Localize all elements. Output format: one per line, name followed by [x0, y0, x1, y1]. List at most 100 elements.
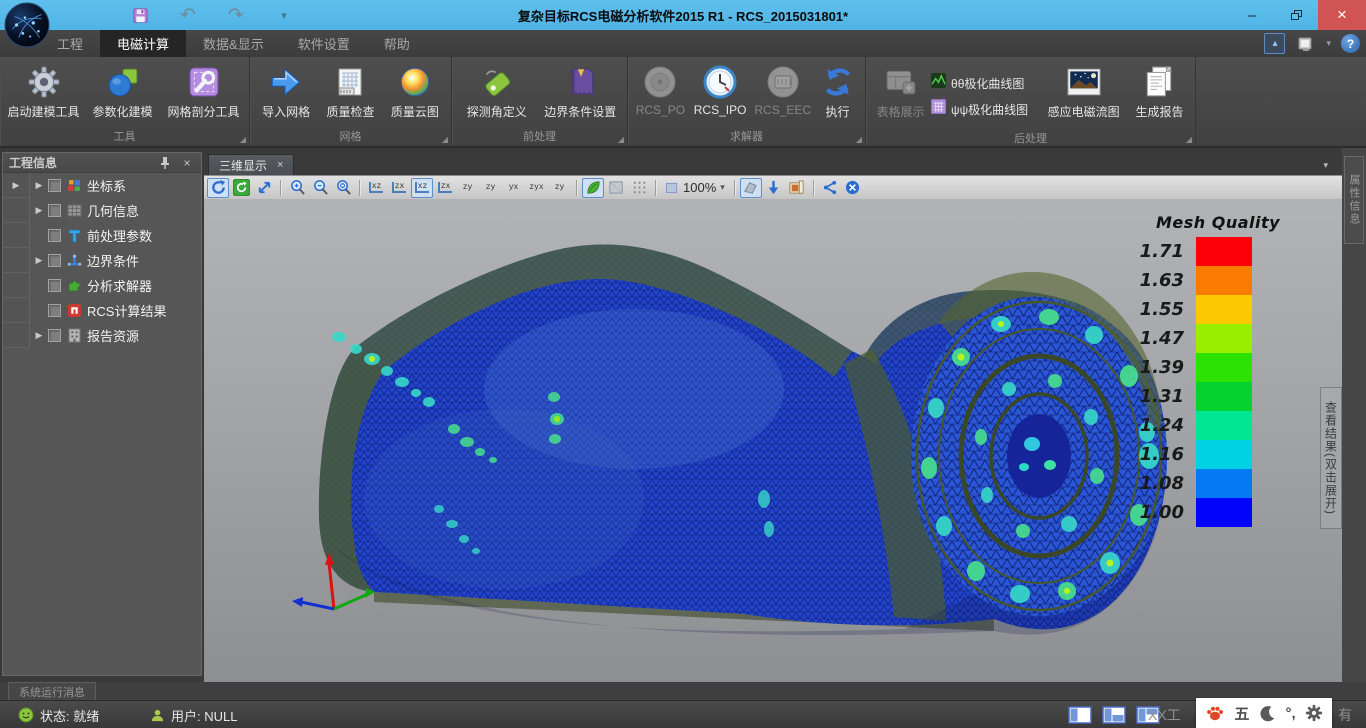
flat-shading-button[interactable] — [605, 178, 627, 198]
row-selector[interactable] — [3, 273, 30, 298]
close-button[interactable]: × — [1318, 0, 1366, 30]
detect-angle-button[interactable]: 探测角定义 — [456, 60, 538, 120]
tree-checkbox[interactable] — [48, 279, 61, 292]
pin-icon[interactable] — [157, 155, 173, 171]
row-selector[interactable] — [3, 298, 30, 323]
display-style-icon[interactable] — [1295, 33, 1316, 54]
view-orientation-button[interactable]: xz — [411, 178, 433, 198]
rcs-po-button[interactable]: RCS_PO — [632, 60, 689, 117]
smooth-shading-button[interactable] — [582, 178, 604, 198]
table-display-button[interactable]: 表格展示 — [870, 60, 931, 120]
ime-halfwidth-moon-icon[interactable] — [1259, 705, 1276, 722]
zoom-level-combo[interactable]: 100% ▾ — [661, 180, 729, 195]
tree-item-coordinate-system[interactable]: ▶ ▶ 坐标系 — [3, 173, 201, 198]
share-flow-button[interactable] — [819, 178, 841, 198]
display-style-caret-icon[interactable]: ▾ — [1326, 38, 1331, 49]
group-dialog-launcher-icon[interactable]: ◢ — [856, 135, 862, 144]
system-messages-tab[interactable]: 系统运行消息 — [8, 682, 96, 700]
view-orientation-button[interactable]: yx — [503, 178, 525, 198]
quality-cloud-button[interactable]: 质量云图 — [383, 60, 447, 120]
view-orientation-button[interactable]: zx — [388, 178, 410, 198]
rcs-eec-button[interactable]: RCS_EEC — [751, 60, 814, 117]
wireframe-button[interactable] — [628, 178, 650, 198]
view-orientation-button[interactable]: zx — [434, 178, 456, 198]
collapse-ribbon-icon[interactable]: ▴ — [1264, 33, 1285, 54]
execute-button[interactable]: 执行 — [814, 60, 861, 120]
close-panel-icon[interactable]: × — [179, 155, 195, 171]
viewport-tab-3d[interactable]: 三维显示 × — [208, 154, 294, 175]
view-orientation-button[interactable]: zy — [457, 178, 479, 198]
tree-checkbox[interactable] — [48, 304, 61, 317]
zoom-fit-button[interactable] — [332, 178, 354, 198]
tree-item-preprocess-params[interactable]: 前处理参数 — [3, 223, 201, 248]
undo-icon[interactable]: ↶ — [176, 3, 200, 27]
save-icon[interactable] — [128, 3, 152, 27]
group-dialog-launcher-icon[interactable]: ◢ — [240, 135, 246, 144]
expand-arrow-icon[interactable]: ▶ — [30, 330, 48, 341]
tree-item-rcs-results[interactable]: RCS计算结果 — [3, 298, 201, 323]
row-selector[interactable] — [3, 223, 30, 248]
tab-help[interactable]: 帮助 — [367, 30, 427, 57]
row-selector[interactable]: ▶ — [3, 173, 30, 198]
ime-wubi-indicator[interactable]: 五 — [1234, 703, 1249, 724]
tree-item-report-resources[interactable]: ▶ 报告资源 — [3, 323, 201, 348]
tab-list-dropdown-icon[interactable]: ▾ — [1323, 160, 1328, 171]
zoom-caret-icon[interactable]: ▾ — [720, 182, 725, 193]
close-tab-icon[interactable]: × — [277, 159, 283, 171]
tree-checkbox[interactable] — [48, 204, 61, 217]
import-mesh-button[interactable]: 导入网格 — [254, 60, 318, 120]
tree-item-solver[interactable]: 分析求解器 — [3, 273, 201, 298]
induced-current-map-button[interactable]: 感应电磁流图 — [1039, 60, 1128, 120]
view-orientation-button[interactable]: xz — [365, 178, 387, 198]
ime-paw-icon[interactable] — [1205, 703, 1225, 723]
tree-item-boundary-conditions[interactable]: ▶ 边界条件 — [3, 248, 201, 273]
tab-data-display[interactable]: 数据&显示 — [186, 30, 281, 57]
psi-polar-curve-button[interactable]: ψψ极化曲线图 — [931, 99, 1039, 119]
expand-arrow-icon[interactable]: ▶ — [30, 180, 48, 191]
tab-settings[interactable]: 软件设置 — [281, 30, 367, 57]
ime-settings-gear-icon[interactable] — [1305, 704, 1323, 722]
tree-checkbox[interactable] — [48, 229, 61, 242]
app-logo-icon[interactable] — [4, 2, 50, 48]
view-orientation-button[interactable]: zy — [480, 178, 502, 198]
mesh-partition-tool-button[interactable]: 网格剖分工具 — [162, 60, 245, 120]
parametric-modeling-button[interactable]: 参数化建模 — [83, 60, 162, 120]
tree-checkbox[interactable] — [48, 254, 61, 267]
group-dialog-launcher-icon[interactable]: ◢ — [442, 135, 448, 144]
help-icon[interactable]: ? — [1341, 34, 1360, 53]
theta-polar-curve-button[interactable]: θθ极化曲线图 — [931, 73, 1039, 93]
launch-modeling-tool-button[interactable]: 启动建模工具 — [4, 60, 83, 120]
3d-canvas[interactable]: Mesh Quality 1.71 1.63 1.55 1.47 — [204, 199, 1342, 682]
generate-report-button[interactable]: 生成报告 — [1128, 60, 1191, 120]
row-selector[interactable] — [3, 248, 30, 273]
group-dialog-launcher-icon[interactable]: ◢ — [618, 135, 624, 144]
pan-view-button[interactable] — [253, 178, 275, 198]
property-info-tab[interactable]: 属性信息 — [1344, 156, 1364, 244]
slides-button[interactable] — [786, 178, 808, 198]
spin-view-button[interactable] — [230, 178, 252, 198]
tree-item-geometry-info[interactable]: ▶ 几何信息 — [3, 198, 201, 223]
group-dialog-launcher-icon[interactable]: ◢ — [1186, 135, 1192, 144]
section-down-button[interactable] — [763, 178, 785, 198]
minimize-button[interactable]: – — [1230, 0, 1274, 30]
expand-arrow-icon[interactable]: ▶ — [30, 255, 48, 266]
ime-punctuation-indicator[interactable]: °, — [1285, 705, 1295, 722]
quality-check-button[interactable]: 质量检查 — [318, 60, 382, 120]
zoom-in-button[interactable] — [286, 178, 308, 198]
rcs-ipo-button[interactable]: RCS_IPO — [689, 60, 752, 117]
view-orientation-button[interactable]: zyx — [526, 178, 548, 198]
expand-arrow-icon[interactable]: ▶ — [30, 205, 48, 216]
close-circle-button[interactable] — [842, 178, 864, 198]
restore-button[interactable] — [1274, 0, 1318, 30]
row-selector[interactable] — [3, 198, 30, 223]
view-results-tab[interactable]: 查看结果(双击展开) — [1320, 387, 1342, 529]
layout-split-icon[interactable] — [1102, 706, 1126, 724]
zoom-out-button[interactable] — [309, 178, 331, 198]
redo-icon[interactable]: ↷ — [224, 3, 248, 27]
row-selector[interactable] — [3, 323, 30, 348]
tab-em-compute[interactable]: 电磁计算 — [100, 30, 186, 57]
boundary-condition-button[interactable]: 边界条件设置 — [538, 60, 623, 120]
backface-toggle-button[interactable] — [740, 178, 762, 198]
tree-checkbox[interactable] — [48, 179, 61, 192]
tree-checkbox[interactable] — [48, 329, 61, 342]
